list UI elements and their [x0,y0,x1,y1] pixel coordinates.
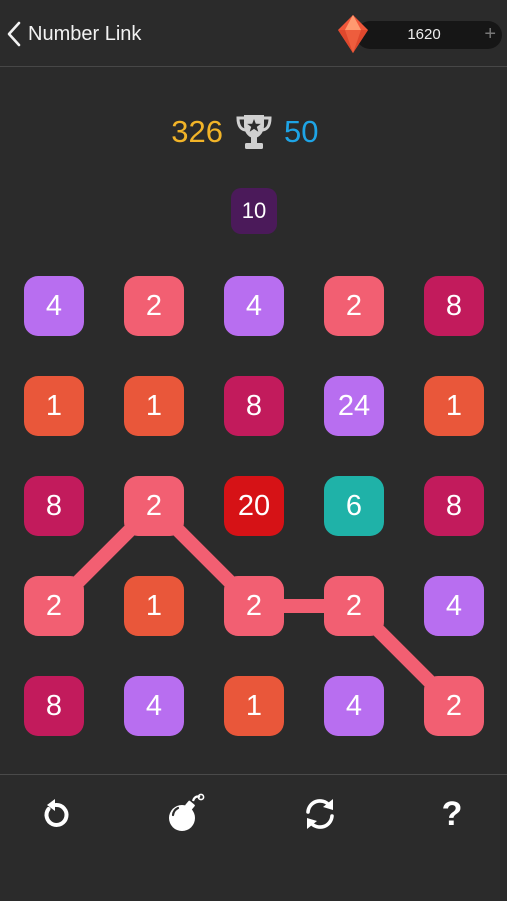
undo-button[interactable] [31,789,81,839]
tile-r3-c2[interactable]: 2 [224,576,284,636]
tile-r3-c4[interactable]: 4 [424,576,484,636]
tile-r3-c1[interactable]: 1 [124,576,184,636]
tile-r3-c0[interactable]: 2 [24,576,84,636]
link-path [47,499,461,713]
tile-r0-c1[interactable]: 2 [124,276,184,336]
bomb-button[interactable] [160,789,210,839]
tile-r1-c0[interactable]: 1 [24,376,84,436]
tile-r0-c0[interactable]: 4 [24,276,84,336]
tile-r2-c4[interactable]: 8 [424,476,484,536]
tile-r1-c4[interactable]: 1 [424,376,484,436]
tile-r4-c4[interactable]: 2 [424,676,484,736]
game-board: 4 2 4 2 8 1 1 8 24 1 8 2 20 6 8 2 1 2 2 4 8 4 1 4 2 [0,0,507,900]
help-button[interactable]: ? [427,789,477,839]
tile-r4-c3[interactable]: 4 [324,676,384,736]
tile-r4-c1[interactable]: 4 [124,676,184,736]
tile-r2-c0[interactable]: 8 [24,476,84,536]
tile-r4-c2[interactable]: 1 [224,676,284,736]
tile-r1-c3[interactable]: 24 [324,376,384,436]
tile-r3-c3[interactable]: 2 [324,576,384,636]
tile-r1-c2[interactable]: 8 [224,376,284,436]
tile-r0-c2[interactable]: 4 [224,276,284,336]
refresh-icon [306,799,334,829]
shuffle-button[interactable] [295,789,345,839]
help-icon: ? [441,794,463,833]
bomb-icon [169,793,205,831]
tile-r4-c0[interactable]: 8 [24,676,84,736]
tile-r2-c1[interactable]: 2 [124,476,184,536]
tile-r2-c2[interactable]: 20 [224,476,284,536]
tile-r0-c3[interactable]: 2 [324,276,384,336]
tile-r1-c1[interactable]: 1 [124,376,184,436]
tile-r0-c4[interactable]: 8 [424,276,484,336]
undo-icon [44,799,69,827]
tile-r2-c3[interactable]: 6 [324,476,384,536]
toolbar: ? [0,774,507,901]
